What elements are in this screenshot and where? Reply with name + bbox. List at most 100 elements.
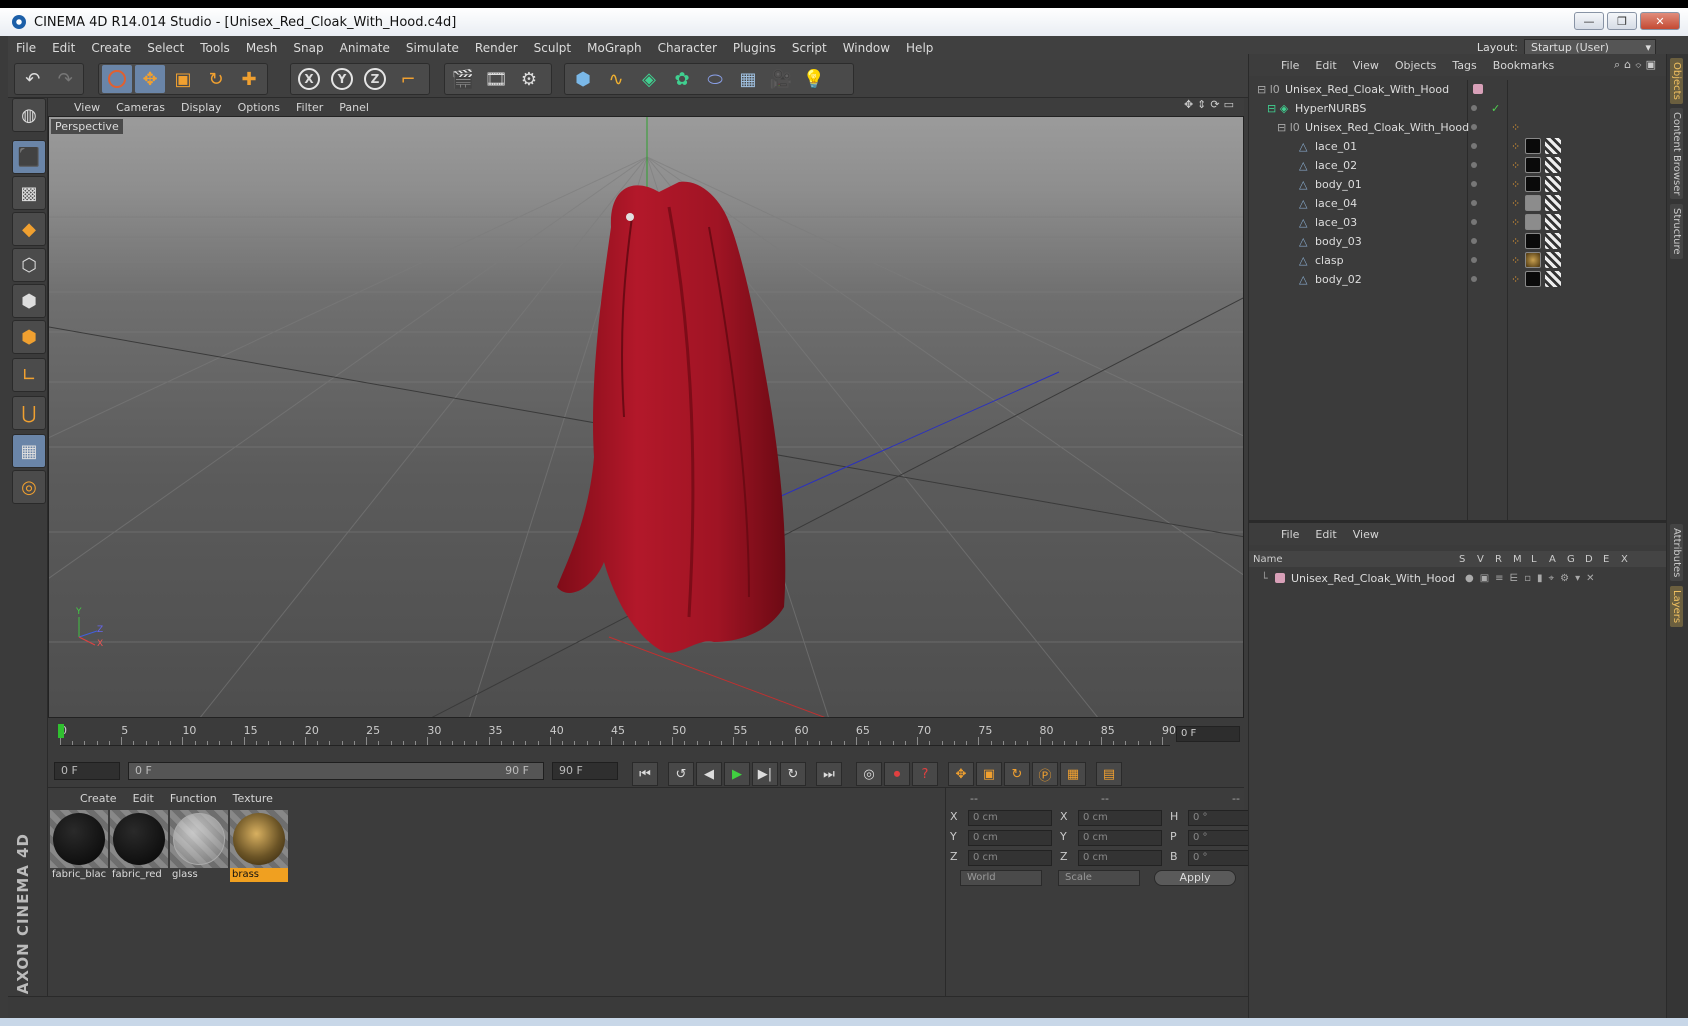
- material-tag-icon[interactable]: [1525, 252, 1541, 268]
- rotate-tool-icon[interactable]: ↻: [201, 65, 231, 93]
- frame-range-slider[interactable]: 0 F 90 F: [128, 762, 544, 780]
- next-frame-icon[interactable]: ▶|: [752, 762, 778, 786]
- current-frame-field[interactable]: 0 F: [1176, 726, 1240, 742]
- menu-tools[interactable]: Tools: [192, 41, 238, 55]
- perspective-viewport[interactable]: Perspective Y Z X: [48, 116, 1244, 718]
- tab-structure[interactable]: Structure: [1670, 204, 1683, 259]
- coordinate-space-select[interactable]: World: [960, 870, 1042, 886]
- material-tag-icon[interactable]: [1525, 157, 1541, 173]
- menu-create[interactable]: Create: [83, 41, 139, 55]
- undo-icon[interactable]: ↶: [18, 65, 48, 93]
- tree-row[interactable]: △ clasp ⁘: [1249, 251, 1667, 270]
- tree-row[interactable]: ⊟ ⅼ0 Unisex_Red_Cloak_With_Hood ⁘: [1249, 118, 1667, 137]
- live-selection-icon[interactable]: [102, 65, 132, 93]
- y-axis-lock-icon[interactable]: Y: [327, 65, 357, 93]
- menu-file[interactable]: File: [8, 41, 44, 55]
- render-view-icon[interactable]: 🎬: [448, 65, 478, 93]
- tree-row[interactable]: △ lace_04 ⁘: [1249, 194, 1667, 213]
- objects-menu-tags[interactable]: Tags: [1444, 59, 1484, 72]
- layers-menu-file[interactable]: File: [1273, 528, 1307, 541]
- go-to-end-icon[interactable]: ⏭: [816, 762, 842, 786]
- size-z-field[interactable]: 0 cm: [1078, 850, 1162, 866]
- uvw-tag-icon[interactable]: [1545, 157, 1561, 173]
- viewport-menu-options[interactable]: Options: [230, 101, 288, 114]
- autokey-icon[interactable]: ⏺: [884, 762, 910, 786]
- workplane-mode-icon[interactable]: ◆: [12, 212, 46, 246]
- uvw-tag-icon[interactable]: [1545, 214, 1561, 230]
- uvw-tag-icon[interactable]: [1545, 138, 1561, 154]
- tab-layers[interactable]: Layers: [1670, 586, 1683, 628]
- menu-script[interactable]: Script: [784, 41, 835, 55]
- column-render[interactable]: R: [1495, 554, 1513, 565]
- redo-icon[interactable]: ↷: [51, 65, 81, 93]
- maximize-button[interactable]: ❐: [1607, 12, 1637, 30]
- layer-flags-icons[interactable]: ●▣≡⋿▫▮⌖⚙▾✕: [1465, 569, 1601, 588]
- size-x-field[interactable]: 0 cm: [1078, 810, 1162, 826]
- axis-mode-icon[interactable]: ∟: [12, 358, 46, 392]
- search-icon[interactable]: ⌕⌂⌔▣: [1614, 58, 1660, 72]
- points-mode-icon[interactable]: ⬡: [12, 248, 46, 282]
- material-menu-texture[interactable]: Texture: [225, 792, 281, 805]
- apply-button[interactable]: Apply: [1154, 870, 1236, 886]
- menu-render[interactable]: Render: [467, 41, 526, 55]
- position-y-field[interactable]: 0 cm: [968, 830, 1052, 846]
- menu-plugins[interactable]: Plugins: [725, 41, 784, 55]
- size-mode-select[interactable]: Scale: [1058, 870, 1140, 886]
- objects-menu-objects[interactable]: Objects: [1387, 59, 1445, 72]
- material-menu-create[interactable]: Create: [72, 792, 125, 805]
- viewport-menu-panel[interactable]: Panel: [331, 101, 377, 114]
- tree-row[interactable]: ⊟ ⅼ0 Unisex_Red_Cloak_With_Hood: [1249, 80, 1667, 99]
- record-keys-icon[interactable]: ◎: [856, 762, 882, 786]
- viewport-menu-view[interactable]: View: [66, 101, 108, 114]
- viewport-menu-cameras[interactable]: Cameras: [108, 101, 173, 114]
- magnet-snap-icon[interactable]: ⋃: [12, 396, 46, 430]
- column-deformers[interactable]: D: [1585, 554, 1603, 565]
- material-swatch[interactable]: glass: [170, 810, 228, 882]
- material-swatch[interactable]: brass: [230, 810, 288, 882]
- deformer-icon[interactable]: ⬭: [700, 65, 730, 93]
- column-locked[interactable]: L: [1531, 554, 1549, 565]
- material-tag-icon[interactable]: [1525, 271, 1541, 287]
- texture-mode-icon[interactable]: ▩: [12, 176, 46, 210]
- make-editable-icon[interactable]: ◍: [12, 98, 46, 132]
- material-tag-icon[interactable]: [1525, 195, 1541, 211]
- viewport-nav-icons[interactable]: ✥⇕⟳▭: [1184, 98, 1238, 111]
- uvw-tag-icon[interactable]: [1545, 252, 1561, 268]
- uvw-tag-icon[interactable]: [1545, 233, 1561, 249]
- tree-row[interactable]: △ lace_01 ⁘: [1249, 137, 1667, 156]
- uvw-tag-icon[interactable]: [1545, 271, 1561, 287]
- next-key-icon[interactable]: ↻: [780, 762, 806, 786]
- tab-content-browser[interactable]: Content Browser: [1670, 108, 1683, 200]
- menu-snap[interactable]: Snap: [285, 41, 331, 55]
- playhead-marker[interactable]: [58, 724, 64, 738]
- recent-tool-icon[interactable]: ✚: [234, 65, 264, 93]
- start-frame-field[interactable]: 0 F: [54, 762, 120, 780]
- material-tag-icon[interactable]: [1525, 214, 1541, 230]
- mograph-cloner-icon[interactable]: ✿: [667, 65, 697, 93]
- tree-row[interactable]: △ lace_02 ⁘: [1249, 156, 1667, 175]
- go-to-start-icon[interactable]: ⏮: [632, 762, 658, 786]
- column-manager[interactable]: M: [1513, 554, 1531, 565]
- timeline-ruler[interactable]: 051015202530354045505560657075808590: [58, 724, 1176, 746]
- previous-key-icon[interactable]: ↺: [668, 762, 694, 786]
- menu-sculpt[interactable]: Sculpt: [526, 41, 579, 55]
- column-animation[interactable]: A: [1549, 554, 1567, 565]
- layer-color-chip[interactable]: [1275, 573, 1285, 583]
- column-expressions[interactable]: E: [1603, 554, 1621, 565]
- size-y-field[interactable]: 0 cm: [1078, 830, 1162, 846]
- polygons-mode-icon[interactable]: ⬢: [12, 320, 46, 354]
- end-frame-field[interactable]: 90 F: [552, 762, 618, 780]
- planar-workplane-icon[interactable]: ◎: [12, 470, 46, 504]
- material-swatch[interactable]: fabric_blac: [50, 810, 108, 882]
- tree-row[interactable]: △ lace_03 ⁘: [1249, 213, 1667, 232]
- tree-row[interactable]: △ body_03 ⁘: [1249, 232, 1667, 251]
- tree-row[interactable]: △ body_01 ⁘: [1249, 175, 1667, 194]
- cube-object-icon[interactable]: ⬢: [568, 65, 598, 93]
- scale-tool-icon[interactable]: ▣: [168, 65, 198, 93]
- key-scale-icon[interactable]: ▣: [976, 762, 1002, 786]
- tree-row[interactable]: ⊟ ◈ HyperNURBS ✓: [1249, 99, 1667, 118]
- objects-menu-edit[interactable]: Edit: [1307, 59, 1344, 72]
- layers-menu-view[interactable]: View: [1345, 528, 1387, 541]
- model-mode-icon[interactable]: ⬛: [12, 140, 46, 174]
- menu-edit[interactable]: Edit: [44, 41, 83, 55]
